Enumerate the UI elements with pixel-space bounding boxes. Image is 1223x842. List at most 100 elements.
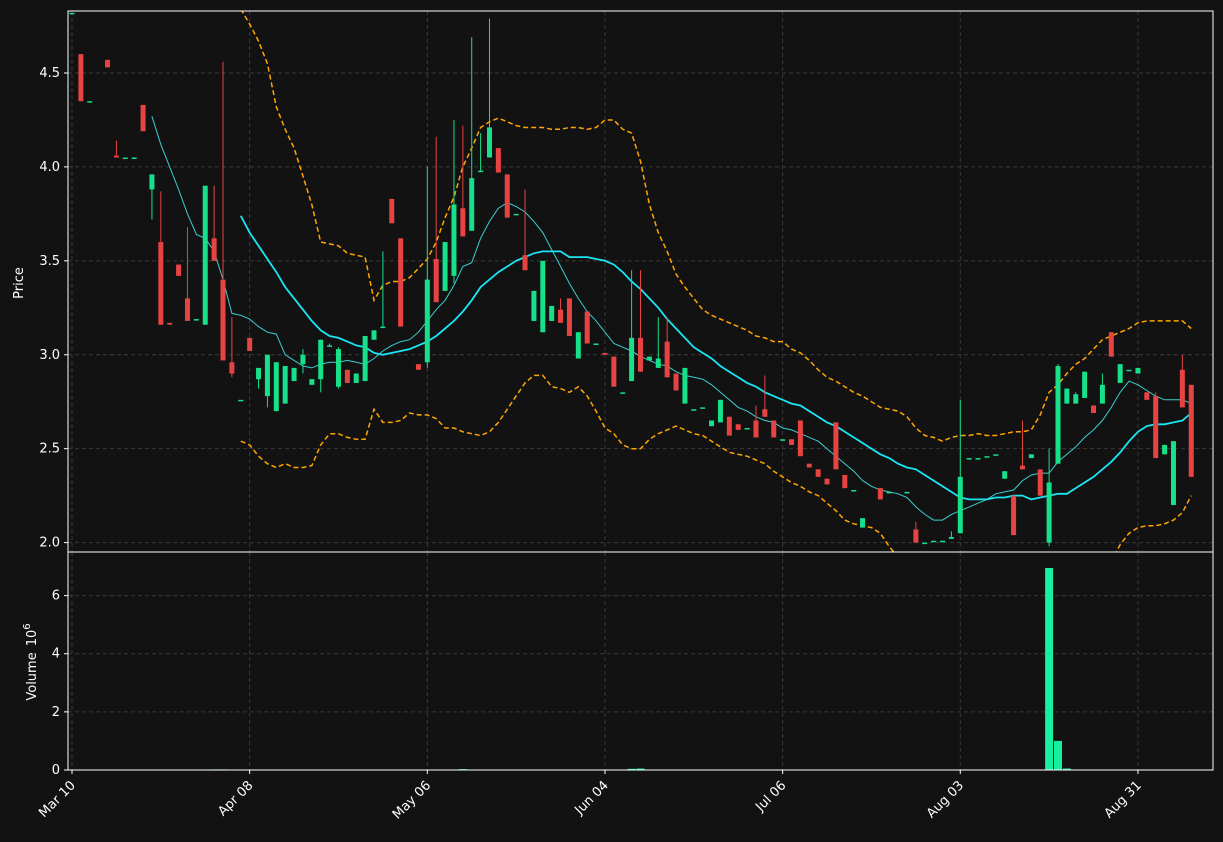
candle-body bbox=[1144, 392, 1150, 400]
candle bbox=[1188, 384, 1194, 477]
candle bbox=[975, 458, 981, 460]
candle-body bbox=[504, 174, 510, 218]
candle-body bbox=[229, 362, 235, 374]
candle bbox=[940, 540, 946, 543]
candle bbox=[1037, 469, 1043, 496]
candle-body bbox=[122, 157, 128, 160]
candle-body bbox=[256, 367, 262, 380]
candle-body bbox=[584, 311, 590, 344]
price-tick-label: 2.5 bbox=[39, 442, 60, 457]
candle-body bbox=[1108, 332, 1114, 357]
candle-body bbox=[451, 204, 457, 276]
candle-body bbox=[851, 490, 857, 492]
candle bbox=[611, 356, 617, 387]
candle bbox=[282, 366, 288, 404]
candle-body bbox=[860, 518, 866, 528]
candle bbox=[566, 298, 572, 336]
candle-body bbox=[424, 279, 430, 363]
price-tick-label: 2.0 bbox=[39, 536, 60, 551]
candle bbox=[1153, 392, 1159, 459]
volume-tick-label: 6 bbox=[52, 589, 60, 604]
candle bbox=[1091, 405, 1097, 413]
candle-body bbox=[753, 420, 759, 438]
candle-body bbox=[904, 491, 910, 494]
candle-body bbox=[593, 343, 599, 345]
candle bbox=[202, 185, 208, 325]
candle-body bbox=[877, 488, 883, 500]
candle-body bbox=[1011, 495, 1017, 536]
candle-body bbox=[273, 362, 279, 412]
candle-body bbox=[362, 335, 368, 382]
candle-body bbox=[353, 373, 359, 383]
candle-body bbox=[176, 264, 182, 276]
candle-body bbox=[202, 185, 208, 325]
candle bbox=[726, 416, 732, 436]
candle bbox=[193, 319, 199, 321]
candle bbox=[140, 104, 146, 132]
candle-body bbox=[1179, 369, 1185, 408]
candle bbox=[1055, 364, 1061, 464]
candle-body bbox=[629, 337, 635, 382]
candle bbox=[673, 373, 679, 391]
candle bbox=[904, 491, 910, 494]
candle bbox=[87, 101, 93, 103]
candle-body bbox=[531, 290, 537, 321]
candle-body bbox=[975, 458, 981, 460]
candle-body bbox=[1170, 441, 1176, 506]
candle bbox=[620, 392, 626, 394]
candle bbox=[371, 330, 377, 340]
candle-body bbox=[709, 420, 715, 427]
candle-body bbox=[149, 174, 155, 190]
candle-body bbox=[780, 439, 786, 441]
candle-body bbox=[957, 476, 963, 534]
candle-body bbox=[922, 542, 928, 545]
candle-body bbox=[1188, 384, 1194, 477]
candle-body bbox=[717, 399, 723, 423]
candle bbox=[806, 463, 812, 468]
candle-body bbox=[335, 349, 341, 387]
candle-body bbox=[1099, 384, 1105, 404]
candle-body bbox=[984, 456, 990, 458]
candle-body bbox=[682, 367, 688, 404]
candle bbox=[238, 399, 244, 402]
candle-body bbox=[309, 379, 315, 385]
candle-body bbox=[913, 529, 919, 543]
candle-body bbox=[1037, 469, 1043, 496]
price-tick-label: 3.5 bbox=[39, 254, 60, 269]
candle bbox=[549, 305, 555, 321]
candle-body bbox=[300, 354, 306, 365]
volume-y-axis-label: Volume 106 bbox=[22, 623, 40, 700]
candle-body bbox=[1082, 371, 1088, 398]
candle bbox=[1117, 364, 1123, 383]
candle-body bbox=[1073, 394, 1079, 404]
candle bbox=[709, 420, 715, 427]
candle bbox=[1170, 441, 1176, 506]
candle-body bbox=[1135, 367, 1141, 374]
candle-body bbox=[318, 339, 324, 380]
candle bbox=[415, 364, 421, 370]
candle-body bbox=[105, 59, 111, 68]
volume-tick-label: 4 bbox=[52, 647, 60, 662]
candle bbox=[335, 347, 341, 389]
candle-body bbox=[611, 356, 617, 387]
candle-body bbox=[140, 104, 146, 132]
candle-body bbox=[415, 364, 421, 370]
candle bbox=[1028, 454, 1034, 459]
candle-body bbox=[940, 540, 946, 543]
volume-tick-label: 2 bbox=[52, 705, 60, 720]
candle-body bbox=[575, 332, 581, 359]
candle bbox=[789, 439, 795, 445]
candle bbox=[176, 264, 182, 276]
candle-body bbox=[486, 127, 492, 158]
candle bbox=[886, 491, 892, 494]
candle-body bbox=[771, 420, 777, 438]
candle bbox=[984, 456, 990, 458]
candle-body bbox=[646, 356, 652, 361]
candle-body bbox=[398, 238, 404, 327]
candle-body bbox=[522, 255, 528, 271]
candle bbox=[1135, 367, 1141, 374]
candle-body bbox=[1153, 396, 1159, 459]
candle-body bbox=[184, 298, 190, 321]
candle bbox=[1011, 495, 1017, 536]
candle bbox=[344, 369, 350, 383]
